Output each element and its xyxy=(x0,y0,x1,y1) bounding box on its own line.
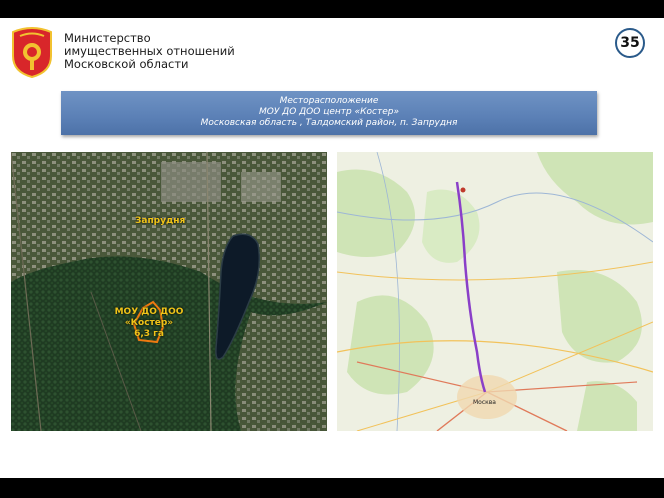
city-label-moskva: Москва xyxy=(473,399,496,406)
satellite-image: Запрудня МОУ ДО ДОО «Костер» 6,3 га xyxy=(11,152,327,431)
banner-line-2: МОУ ДО ДОО центр «Костер» xyxy=(258,107,400,117)
banner-line-1: Месторасположение xyxy=(279,96,379,106)
road-map: Москва xyxy=(337,152,653,431)
village-label: Запрудня xyxy=(135,216,186,226)
object-label-line-1: МОУ ДО ДОО xyxy=(114,307,184,317)
object-label-line-2: «Костер» xyxy=(124,318,174,328)
coat-of-arms-icon xyxy=(12,27,52,78)
location-banner: Месторасположение МОУ ДО ДОО центр «Кост… xyxy=(61,91,597,135)
banner-line-3: Московская область , Талдомский район, п… xyxy=(200,118,458,128)
ministry-title: Министерство имущественных отношений Мос… xyxy=(64,32,235,71)
page-number-badge: 35 xyxy=(615,28,645,58)
object-label-line-3: 6,3 га xyxy=(134,329,164,339)
ministry-line-3: Московской области xyxy=(64,57,189,71)
object-label: МОУ ДО ДОО «Костер» 6,3 га xyxy=(109,307,189,340)
slide: Министерство имущественных отношений Мос… xyxy=(0,18,664,478)
satellite-image-graphic xyxy=(11,152,327,431)
road-map-graphic xyxy=(337,152,653,431)
